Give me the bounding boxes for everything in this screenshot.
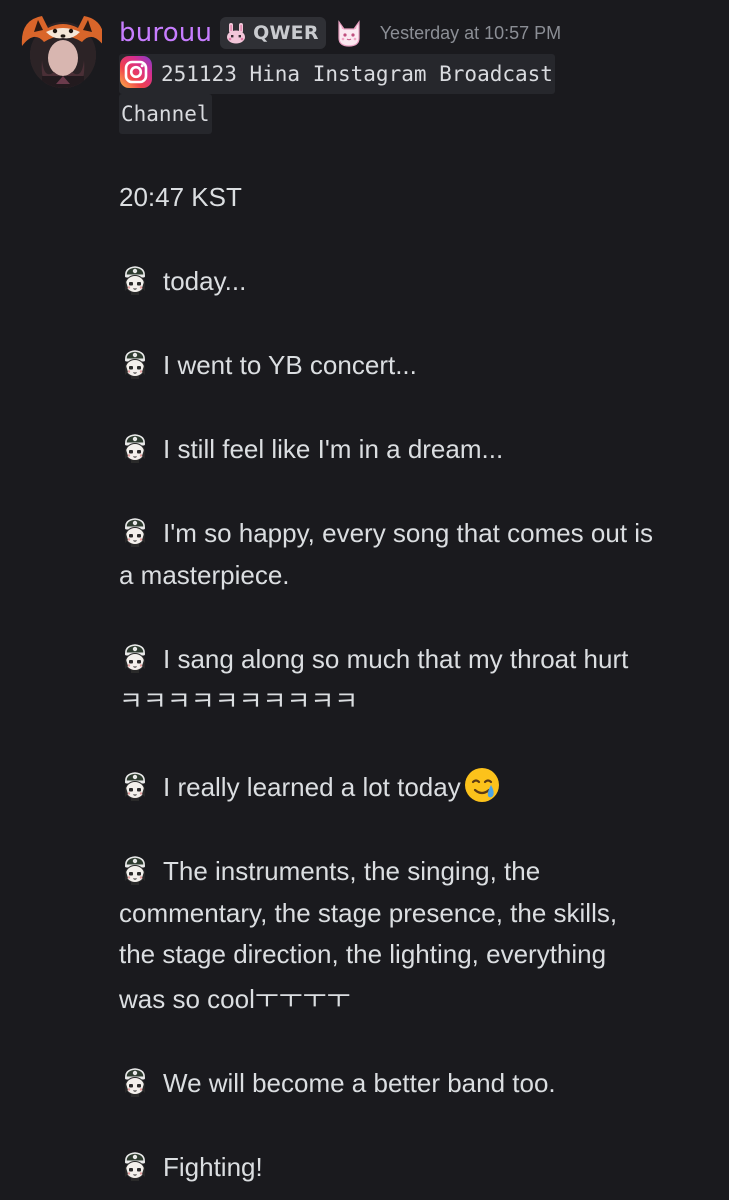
fox-hood-avatar-icon[interactable] [12, 10, 102, 88]
post-text: I sang along so much that my throat hurt [163, 644, 629, 674]
hina-chibi-emote-icon [119, 264, 151, 296]
code-line-1-text: 251123 Hina Instagram Broadcast [161, 62, 553, 86]
list-item: I went to YB concert... [119, 344, 417, 386]
code-line-1: 251123 Hina Instagram Broadcast [119, 54, 555, 94]
bunny-icon [227, 23, 246, 44]
post-continuation: ㅋㅋㅋㅋㅋㅋㅋㅋㅋㅋ [119, 686, 359, 716]
list-item: I really learned a lot today [119, 766, 502, 809]
post-text: today... [163, 266, 247, 296]
list-item: Fighting! [119, 1146, 263, 1188]
hina-chibi-emote-icon [119, 770, 151, 802]
code-line-2: Channel [119, 94, 212, 134]
post-text: I really learned a lot today [163, 772, 461, 802]
chat-message: burouu QWER Yesterday at 10:57 PM 251123… [0, 0, 729, 1200]
hina-chibi-emote-icon [119, 348, 151, 380]
post-continuation: was so coolㅜㅜㅜㅜ [119, 984, 351, 1014]
post-text: I still feel like I'm in a dream... [163, 434, 504, 464]
hina-chibi-emote-icon [119, 642, 151, 674]
hina-chibi-emote-icon [119, 1150, 151, 1182]
list-item: today... [119, 260, 246, 302]
list-item: I sang along so much that my throat hurt [119, 638, 628, 680]
post-continuation: the stage direction, the lighting, every… [119, 939, 607, 969]
hina-chibi-emote-icon [119, 1066, 151, 1098]
list-item: I'm so happy, every song that comes out … [119, 512, 653, 554]
hina-chibi-emote-icon [119, 854, 151, 886]
smiling-face-with-tear-icon [464, 768, 499, 803]
post-text: We will become a better band too. [163, 1068, 556, 1098]
server-tag-label: QWER [253, 22, 319, 44]
instagram-icon [120, 56, 152, 88]
list-item: We will become a better band too. [119, 1062, 556, 1104]
post-text: The instruments, the singing, the [163, 856, 541, 886]
server-tag[interactable]: QWER [220, 17, 326, 49]
message-header: burouu QWER Yesterday at 10:57 PM [119, 14, 561, 52]
inline-code-block: 251123 Hina Instagram Broadcast Channel [119, 54, 624, 134]
message-timestamp[interactable]: Yesterday at 10:57 PM [380, 23, 561, 44]
username[interactable]: burouu [119, 18, 212, 48]
post-text: I'm so happy, every song that comes out … [163, 518, 654, 548]
list-item: The instruments, the singing, the [119, 850, 540, 892]
hina-chibi-emote-icon [119, 432, 151, 464]
time-line: 20:47 KST [119, 182, 242, 212]
post-continuation: a masterpiece. [119, 560, 290, 590]
cat-icon[interactable] [336, 18, 362, 48]
post-continuation: commentary, the stage presence, the skil… [119, 898, 618, 928]
post-text: Fighting! [163, 1152, 263, 1182]
list-item: I still feel like I'm in a dream... [119, 428, 503, 470]
post-text: I went to YB concert... [163, 350, 417, 380]
hina-chibi-emote-icon [119, 516, 151, 548]
